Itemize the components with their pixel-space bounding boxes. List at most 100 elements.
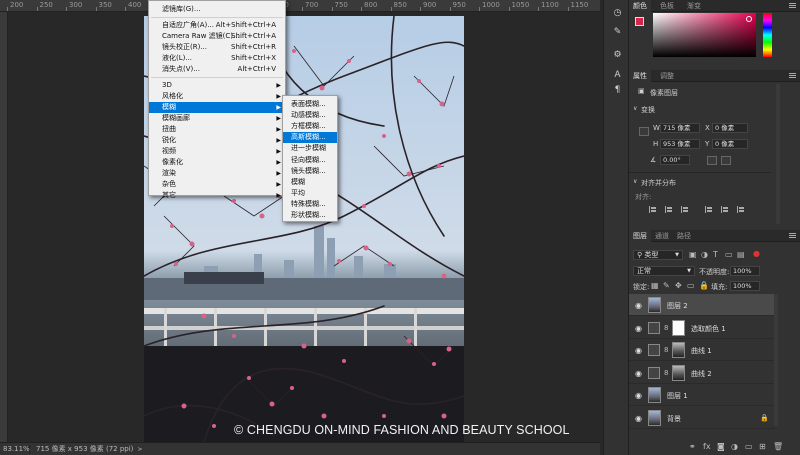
group-icon[interactable]: ▭ <box>745 442 753 451</box>
menu-item[interactable]: 3D ▶ <box>149 80 285 91</box>
height-field[interactable]: 953 像素 <box>660 139 700 149</box>
menu-item[interactable]: 像素化 ▶ <box>149 157 285 168</box>
align-bottom-icon[interactable] <box>737 206 745 213</box>
menu-item[interactable]: 镜头校正(R)... Shift+Ctrl+R <box>149 42 285 53</box>
align-hcenter-icon[interactable] <box>665 206 673 213</box>
tab-gradients[interactable]: 渐变 <box>683 0 705 12</box>
layer-name[interactable]: 选取颜色 1 <box>691 324 726 334</box>
blur-submenu-item[interactable]: 平均 <box>283 188 337 199</box>
canvas-area[interactable] <box>8 12 601 442</box>
panel-menu-icon[interactable] <box>789 73 796 78</box>
menu-item[interactable]: 自适应广角(A)... Alt+Shift+Ctrl+A <box>149 20 285 31</box>
filter-adjustment-icon[interactable]: ◑ <box>701 250 708 259</box>
layer-thumbnail[interactable] <box>648 387 661 404</box>
panel-menu-icon[interactable] <box>789 233 796 238</box>
filter-pixel-icon[interactable]: ▣ <box>689 250 697 259</box>
blur-submenu-item[interactable]: 表面模糊... <box>283 99 337 110</box>
blur-submenu-item[interactable]: 形状模糊... <box>283 210 337 221</box>
tab-channels[interactable]: 通道 <box>651 230 673 242</box>
hue-slider[interactable] <box>763 13 772 57</box>
link-icon[interactable]: ⚭ <box>689 442 696 451</box>
paragraph-icon[interactable]: ¶ <box>612 85 623 96</box>
adjustment-icon[interactable]: ◑ <box>731 442 738 451</box>
layer-name[interactable]: 背景 <box>667 414 681 424</box>
layer-row[interactable]: ◉ 8 选取颜色 1 <box>629 317 775 339</box>
blend-mode-dropdown[interactable]: 正常 ▼ <box>633 266 695 276</box>
menu-item[interactable]: 杂色 ▶ <box>149 179 285 190</box>
tab-properties[interactable]: 属性 <box>629 70 651 82</box>
menu-item[interactable]: 渲染 ▶ <box>149 168 285 179</box>
fx-icon[interactable]: fx <box>703 442 711 451</box>
layer-name[interactable]: 图层 1 <box>667 391 688 401</box>
fill-field[interactable]: 100% <box>730 281 760 291</box>
link-dimensions-icon[interactable] <box>639 127 649 136</box>
blur-submenu-item[interactable]: 特殊模糊... <box>283 199 337 210</box>
menu-item[interactable]: 液化(L)... Shift+Ctrl+X <box>149 53 285 64</box>
opacity-field[interactable]: 100% <box>730 266 760 276</box>
adjust-icon[interactable]: ⚙ <box>612 50 623 61</box>
blur-submenu-item[interactable]: 动感模糊... <box>283 110 337 121</box>
align-top-icon[interactable] <box>705 206 713 213</box>
align-left-icon[interactable] <box>649 206 657 213</box>
new-layer-icon[interactable]: ⊞ <box>759 442 766 451</box>
mask-icon[interactable]: ◙ <box>717 442 725 451</box>
tab-adjustments[interactable]: 调整 <box>656 70 678 82</box>
menu-item[interactable]: 锐化 ▶ <box>149 135 285 146</box>
blur-submenu-item[interactable]: 模糊 <box>283 177 337 188</box>
visibility-eye-icon[interactable]: ◉ <box>635 301 642 310</box>
status-arrow[interactable]: > <box>137 446 142 453</box>
filter-type-icon[interactable]: T <box>713 250 718 259</box>
mask-link-icon[interactable]: 8 <box>664 346 668 354</box>
menu-item[interactable]: 视频 ▶ <box>149 146 285 157</box>
blur-submenu-item[interactable]: 高斯模糊... <box>283 132 337 144</box>
menu-item[interactable]: 滤镜库(G)... <box>149 4 285 15</box>
trash-icon[interactable]: 🗑 <box>773 442 783 451</box>
collapse-icon[interactable]: ∨ <box>633 178 637 185</box>
character-icon[interactable]: A <box>612 70 623 81</box>
filter-shape-icon[interactable]: ▭ <box>725 250 733 259</box>
layer-mask-thumbnail[interactable] <box>672 319 685 336</box>
blur-submenu-item[interactable]: 径向模糊... <box>283 155 337 166</box>
menu-item[interactable]: 其它 ▶ <box>149 190 285 201</box>
collapse-icon[interactable]: ∨ <box>633 105 637 112</box>
lock-all-icon[interactable]: 🔒 <box>699 281 709 290</box>
layer-thumbnail[interactable] <box>648 297 661 313</box>
menu-item[interactable]: 扭曲 ▶ <box>149 124 285 135</box>
brush-settings-icon[interactable]: ✎ <box>612 27 623 38</box>
layer-mask-thumbnail[interactable] <box>672 342 685 359</box>
blur-submenu-item[interactable]: 进一步模糊 <box>283 143 337 154</box>
menu-item[interactable]: 模糊 ▶ <box>149 102 285 113</box>
mask-link-icon[interactable]: 8 <box>664 369 668 377</box>
layer-row[interactable]: ◉ 背景 🔒 <box>629 407 775 429</box>
tab-layers[interactable]: 图层 <box>629 230 651 242</box>
layer-name[interactable]: 曲线 1 <box>691 346 712 356</box>
angle-field[interactable]: 0.00° <box>660 155 690 165</box>
visibility-eye-icon[interactable]: ◉ <box>635 346 642 355</box>
color-field[interactable] <box>653 13 756 57</box>
lock-artboard-icon[interactable]: ▭ <box>687 281 695 290</box>
blur-submenu-item[interactable]: 方框模糊... <box>283 121 337 132</box>
y-field[interactable]: 0 像素 <box>712 139 748 149</box>
layer-row[interactable]: ◉ 图层 2 <box>629 294 775 316</box>
visibility-eye-icon[interactable]: ◉ <box>635 324 642 333</box>
lock-icon[interactable]: 🔒 <box>760 414 769 422</box>
layer-name[interactable]: 图层 2 <box>667 301 688 311</box>
filter-toggle-icon[interactable]: ● <box>753 249 760 258</box>
properties-scrollbar[interactable] <box>776 84 780 224</box>
lock-pixels-icon[interactable]: ▦ <box>651 281 659 290</box>
lock-paint-icon[interactable]: ✎ <box>663 281 670 290</box>
layer-row[interactable]: ◉ 8 曲线 2 <box>629 362 775 384</box>
tab-paths[interactable]: 路径 <box>673 230 695 242</box>
document-info[interactable]: 715 像素 x 953 像素 (72 ppi) <box>30 444 133 454</box>
layer-row[interactable]: ◉ 图层 1 <box>629 384 775 407</box>
layers-scrollbar[interactable] <box>774 294 778 426</box>
zoom-level[interactable]: 83.11% <box>0 445 30 453</box>
color-picker-cursor[interactable] <box>746 16 752 22</box>
x-field[interactable]: 0 像素 <box>712 123 748 133</box>
layer-row[interactable]: ◉ 8 曲线 1 <box>629 339 775 362</box>
flip-horizontal-icon[interactable] <box>707 156 717 165</box>
tab-color[interactable]: 颜色 <box>629 0 651 12</box>
visibility-eye-icon[interactable]: ◉ <box>635 391 642 400</box>
menu-item[interactable]: 风格化 ▶ <box>149 91 285 102</box>
mask-link-icon[interactable]: 8 <box>664 324 668 332</box>
